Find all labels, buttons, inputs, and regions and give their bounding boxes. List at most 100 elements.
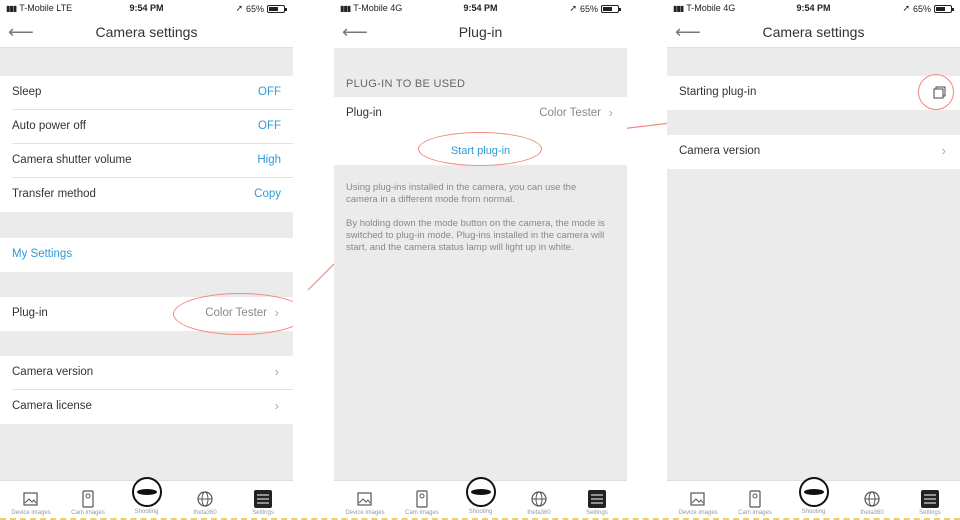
tab-label: Cam images [405,510,439,516]
camera-image-icon [749,490,761,508]
battery-percent: 65% [245,3,264,14]
status-bar: ▮▮▮ T-Mobile 4G 9:54 PM ➚ 65% [334,0,627,16]
tab-label: theta360 [193,510,217,516]
tab-label: Device images [11,510,51,516]
nav-bar: ⟵ Camera settings [667,16,960,48]
image-icon [357,492,372,506]
battery-percent: 65% [579,3,598,14]
row-value: OFF [258,86,281,98]
settings-row-camera-license[interactable]: Camera license › [0,390,293,424]
settings-row-camera-version[interactable]: Camera version › [667,135,960,169]
section-heading: PLUG-IN TO BE USED [346,78,466,90]
settings-row-plugin[interactable]: Plug-in Color Tester › [0,297,293,331]
location-icon: ➚ [569,3,577,13]
description-text: Using plug-ins installed in the camera, … [346,182,577,205]
settings-row-shutter-volume[interactable]: Camera shutter volume High [0,144,293,178]
tab-bar: Device images Cam images Shooting theta3… [667,477,960,518]
tab-device-images[interactable]: Device images [340,490,390,516]
row-value: OFF [258,120,281,132]
row-label: Camera license [12,400,92,412]
starting-plugin-row[interactable]: Starting plug-in [667,76,960,110]
sliders-icon [254,490,272,508]
tab-settings[interactable]: Settings [572,490,622,516]
tab-shooting[interactable]: Shooting [122,477,172,515]
settings-row-sleep[interactable]: Sleep OFF [0,76,293,110]
tab-cam-images[interactable]: Cam images [63,490,113,516]
battery-percent: 65% [912,3,931,14]
row-value: Copy [254,188,281,200]
tab-theta360[interactable]: theta360 [514,490,564,516]
tab-bar: Device images Cam images Shooting theta3… [334,477,627,518]
row-label: Sleep [12,86,42,98]
tab-settings[interactable]: Settings [238,490,288,516]
tab-cam-images[interactable]: Cam images [397,490,447,516]
row-label: Camera shutter volume [12,154,132,166]
row-label: Starting plug-in [679,86,757,98]
page-title: Camera settings [762,24,865,40]
page-title: Camera settings [95,24,198,40]
chevron-right-icon: › [274,364,279,379]
image-icon [23,492,38,506]
tab-label: Settings [252,510,274,516]
chevron-right-icon: › [274,398,279,413]
settings-row-transfer-method[interactable]: Transfer method Copy [0,178,293,212]
shutter-icon [131,477,162,507]
tab-label: Shooting [801,509,826,515]
screen-camera-settings-starting: ▮▮▮ T-Mobile 4G 9:54 PM ➚ 65% ⟵ Camera set… [667,0,960,518]
tab-label: Cam images [738,510,772,516]
tab-device-images[interactable]: Device images [6,490,56,516]
battery-icon [267,4,287,13]
chevron-right-icon: › [941,143,946,158]
row-label: Transfer method [12,188,96,200]
sliders-icon [921,490,939,508]
tab-shooting[interactable]: Shooting [456,477,506,515]
shutter-icon [465,477,496,507]
globe-icon [197,491,213,507]
row-label: Plug-in [346,107,382,119]
tab-settings[interactable]: Settings [905,490,955,516]
row-label: Camera version [679,145,761,157]
copy-icon[interactable] [933,86,946,99]
camera-image-icon [82,490,94,508]
globe-icon [531,491,547,507]
tab-device-images[interactable]: Device images [673,490,723,516]
settings-row-camera-version[interactable]: Camera version › [0,356,293,390]
image-icon [690,492,705,506]
tab-label: Settings [586,510,608,516]
tab-label: Cam images [71,510,105,516]
tab-theta360[interactable]: theta360 [180,490,230,516]
description-text: By holding down the mode button on the c… [346,218,605,253]
sliders-icon [588,490,606,508]
settings-row-auto-power-off[interactable]: Auto power off OFF [0,110,293,144]
shutter-icon [798,477,829,507]
tab-label: Shooting [468,509,493,515]
start-plugin-button[interactable]: Start plug-in [334,145,627,157]
tab-cam-images[interactable]: Cam images [730,490,780,516]
tab-label: theta360 [860,510,884,516]
tab-bar: Device images Cam images Shooting theta3… [0,477,293,518]
page-title: Plug-in [458,24,503,40]
tab-label: theta360 [527,510,551,516]
status-bar: ▮▮▮ T-Mobile 4G 9:54 PM ➚ 65% [667,0,960,16]
tab-label: Device images [345,510,385,516]
my-settings-label: My Settings [12,248,73,260]
status-bar: ▮▮▮ T-Mobile LTE 9:54 PM ➚ 65% [0,0,293,16]
tab-shooting[interactable]: Shooting [789,477,839,515]
nav-bar: ⟵ Camera settings [0,16,293,48]
row-label: Camera version [12,366,94,378]
tab-label: Shooting [134,509,159,515]
battery-icon [601,4,621,13]
chevron-right-icon: › [274,305,279,320]
battery-icon [934,4,954,13]
row-value: Color Tester [205,307,267,319]
globe-icon [864,491,880,507]
screen-camera-settings: ▮▮▮ T-Mobile LTE 9:54 PM ➚ 65% ⟵ Camera se… [0,0,293,518]
nav-bar: ⟵ Plug-in [334,16,627,48]
row-label: Auto power off [12,120,86,132]
camera-image-icon [416,490,428,508]
my-settings-row[interactable]: My Settings [0,238,293,272]
screen-plugin: ▮▮▮ T-Mobile 4G 9:54 PM ➚ 65% ⟵ Plug-in PL… [334,0,627,518]
tab-theta360[interactable]: theta360 [847,490,897,516]
row-value: High [257,154,281,166]
location-icon: ➚ [235,3,243,13]
